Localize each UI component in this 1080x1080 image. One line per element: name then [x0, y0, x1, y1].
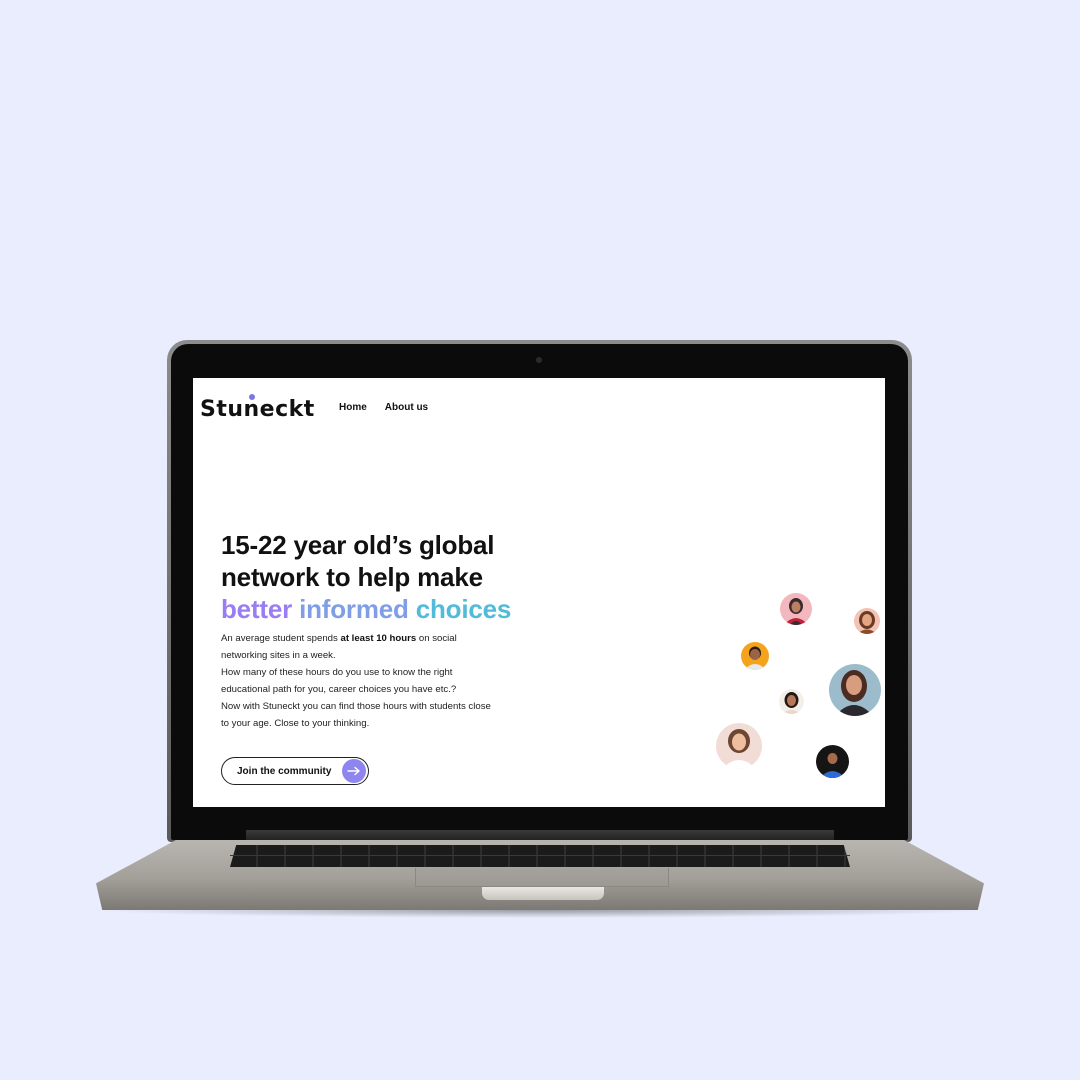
- webcam-icon: [536, 357, 542, 363]
- laptop-opening-notch: [482, 887, 604, 900]
- hero-word-informed: informed: [299, 594, 409, 624]
- nav-item-about-us[interactable]: About us: [385, 402, 428, 413]
- avatar: [829, 664, 881, 716]
- arrow-right-icon: [342, 759, 366, 783]
- avatar: [816, 745, 849, 778]
- join-community-label: Join the community: [237, 765, 332, 777]
- hero-title-line-3: better informed choices: [221, 593, 601, 625]
- hero-description-p3: Now with Stuneckt you can find those hou…: [221, 701, 491, 729]
- hero-title: 15-22 year old’s global network to help …: [221, 529, 601, 625]
- body-highlight: at least 10 hours: [340, 633, 417, 644]
- hero-title-line-1: 15-22 year old’s global: [221, 530, 495, 560]
- join-community-button[interactable]: Join the community: [221, 757, 369, 785]
- nav-item-home[interactable]: Home: [339, 402, 367, 413]
- laptop-screen: Stuneckt Home About us 15-22 year old’s …: [193, 378, 885, 807]
- avatar: [741, 642, 769, 670]
- body-text: An average student spends: [221, 633, 341, 644]
- main-nav: Home About us: [339, 402, 428, 413]
- logo-text: Stuneckt: [200, 397, 315, 422]
- hero-title-line-2: network to help make: [221, 562, 483, 592]
- avatar: [779, 689, 804, 714]
- avatar: [780, 593, 812, 625]
- avatar: [716, 723, 762, 769]
- hero-word-choices: choices: [415, 594, 512, 624]
- hero-word-better: better: [221, 594, 293, 624]
- hero-description-p2: How many of these hours do you use to kn…: [221, 667, 457, 695]
- hero-description-p1: An average student spends at least 10 ho…: [221, 630, 491, 664]
- hero-description: An average student spends at least 10 ho…: [221, 630, 491, 732]
- laptop-trackpad: [415, 868, 669, 887]
- avatar: [854, 608, 880, 634]
- stuneckt-logo[interactable]: Stuneckt: [200, 394, 315, 423]
- laptop-keyboard: [230, 845, 850, 867]
- logo-dot-icon: [249, 394, 255, 400]
- keyboard-row-divider: [230, 855, 850, 856]
